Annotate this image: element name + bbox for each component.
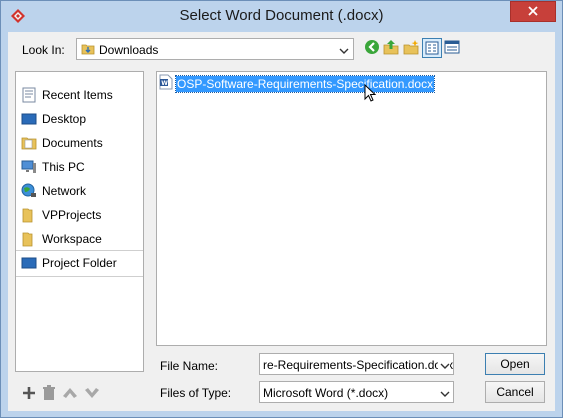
files-of-type-label: Files of Type: (160, 386, 232, 400)
places-toolbar (22, 384, 106, 402)
files-of-type-value: Microsoft Word (*.docx) (263, 386, 389, 400)
desktop-icon (21, 111, 37, 127)
dialog-body: Look In: Downloads Recent Items Desktop … (8, 32, 555, 411)
places-divider (16, 276, 143, 277)
place-label: Workspace (42, 232, 102, 246)
file-name-label: File Name: (160, 359, 219, 373)
move-up-icon[interactable] (62, 387, 78, 399)
open-button[interactable]: Open (485, 353, 545, 375)
up-folder-icon[interactable] (383, 39, 401, 57)
look-in-label: Look In: (22, 43, 65, 57)
folder-icon (21, 207, 37, 223)
downloads-folder-icon (81, 42, 95, 59)
svg-text:W: W (161, 80, 168, 87)
back-icon[interactable] (364, 39, 382, 57)
dialog-window: Select Word Document (.docx) Look In: Do… (0, 0, 563, 418)
title-bar[interactable]: Select Word Document (.docx) (1, 1, 562, 33)
place-label: Desktop (42, 112, 87, 126)
close-button[interactable] (510, 1, 556, 22)
new-folder-icon[interactable] (403, 39, 421, 57)
place-this-pc[interactable]: This PC (16, 156, 143, 178)
look-in-value: Downloads (99, 43, 159, 57)
place-vpprojects[interactable]: VPProjects (16, 204, 143, 226)
network-icon (21, 183, 37, 199)
place-workspace[interactable]: Workspace (16, 228, 143, 250)
file-name-value: re-Requirements-Specification.docx (263, 358, 454, 372)
window-title: Select Word Document (.docx) (179, 7, 384, 24)
place-network[interactable]: Network (16, 180, 143, 202)
place-label: Documents (42, 136, 103, 150)
move-down-icon[interactable] (84, 387, 100, 399)
place-project-folder[interactable]: Project Folder (16, 252, 143, 274)
place-label: Recent Items (42, 88, 113, 102)
add-icon[interactable] (22, 386, 36, 400)
project-folder-icon (21, 255, 37, 271)
place-desktop[interactable]: Desktop (16, 108, 143, 130)
chevron-down-icon[interactable] (438, 359, 450, 373)
chevron-down-icon (339, 44, 349, 58)
file-name-input[interactable]: re-Requirements-Specification.docx (259, 353, 454, 375)
cancel-button[interactable]: Cancel (485, 381, 545, 403)
details-view-icon[interactable] (444, 39, 462, 57)
trash-icon[interactable] (42, 385, 56, 401)
file-item[interactable]: W OSP-Software-Requirements-Specificatio… (159, 74, 436, 93)
look-in-combo[interactable]: Downloads (76, 38, 354, 60)
place-label: Project Folder (42, 256, 117, 270)
place-recent-items[interactable]: Recent Items (16, 84, 143, 106)
list-view-icon (425, 41, 439, 58)
this-pc-icon (21, 159, 37, 175)
place-documents[interactable]: Documents (16, 132, 143, 154)
place-label: Network (42, 184, 87, 198)
place-label: VPProjects (42, 208, 102, 222)
place-label: This PC (42, 160, 85, 174)
folder-icon (21, 231, 37, 247)
places-sidebar: Recent Items Desktop Documents This PC N… (15, 71, 144, 372)
files-of-type-select[interactable]: Microsoft Word (*.docx) (259, 381, 454, 403)
places-divider (16, 250, 143, 251)
close-icon (528, 5, 538, 19)
file-list[interactable]: W OSP-Software-Requirements-Specificatio… (156, 71, 547, 346)
mouse-cursor-icon (364, 83, 378, 107)
word-doc-icon: W (159, 74, 173, 93)
file-name-label: OSP-Software-Requirements-Specification.… (174, 74, 436, 93)
list-view-button[interactable] (422, 38, 442, 58)
chevron-down-icon (438, 387, 450, 401)
documents-icon (21, 135, 37, 151)
recent-items-icon (21, 87, 37, 103)
